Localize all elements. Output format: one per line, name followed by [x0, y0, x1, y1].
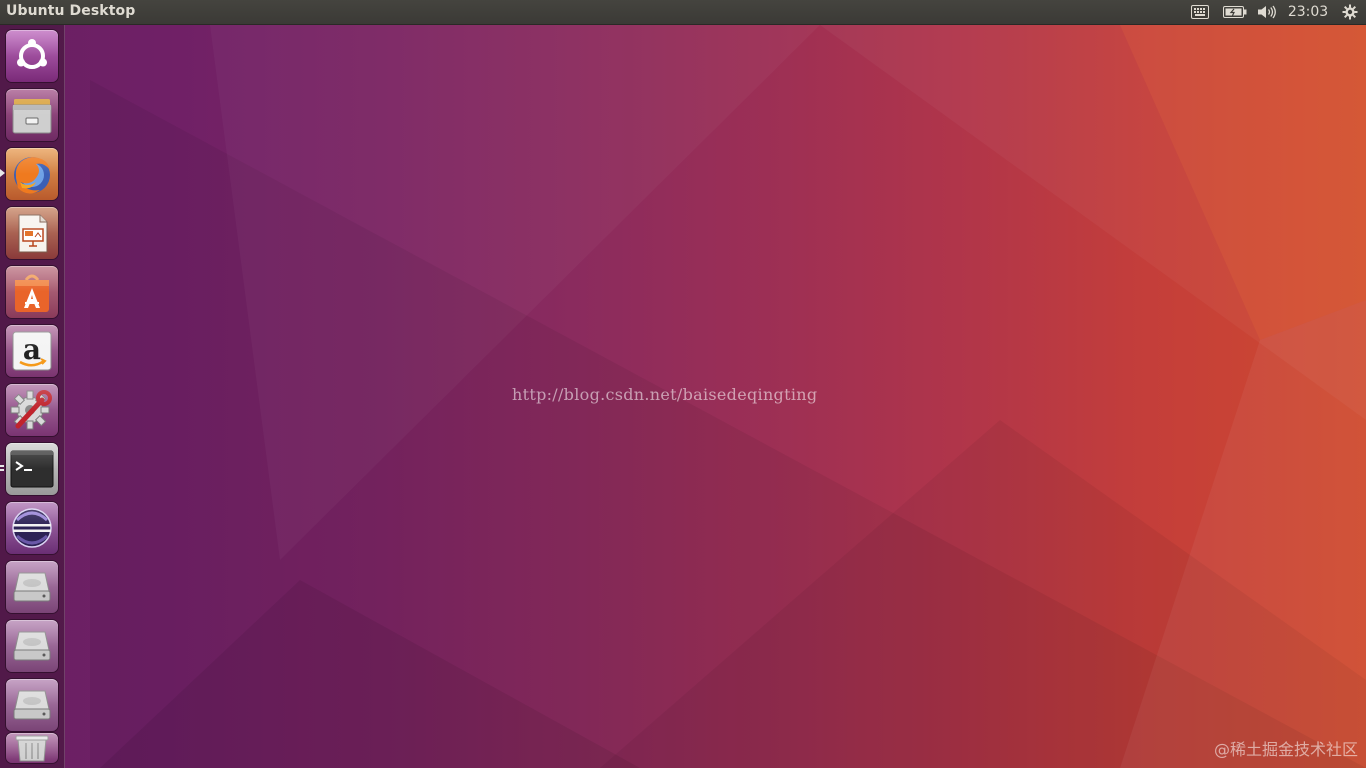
- drive-button[interactable]: [6, 561, 58, 613]
- battery-icon[interactable]: [1218, 0, 1252, 24]
- firefox-button[interactable]: [6, 148, 58, 200]
- system-settings-icon: [10, 390, 52, 430]
- gear-icon[interactable]: [1334, 0, 1366, 24]
- running-indicator: [0, 169, 5, 177]
- drive-button[interactable]: [6, 679, 58, 731]
- files-icon: [12, 99, 52, 134]
- keyboard-icon[interactable]: [1182, 0, 1218, 24]
- ubuntu-dash-button[interactable]: [6, 30, 58, 82]
- terminal-icon: [10, 450, 54, 488]
- amazon-icon: a: [12, 331, 52, 371]
- ubuntu-software-icon: [15, 274, 49, 312]
- panel-title: Ubuntu Desktop: [6, 3, 136, 19]
- volume-icon[interactable]: [1252, 0, 1282, 24]
- drive-button[interactable]: [6, 620, 58, 672]
- launcher: a: [0, 25, 65, 768]
- eclipse-icon: [12, 508, 52, 548]
- watermark-corner: @稀土掘金技术社区: [1213, 740, 1358, 759]
- amazon-button[interactable]: a: [6, 325, 58, 377]
- trash-icon: [15, 735, 49, 762]
- firefox-icon: [14, 157, 51, 194]
- drive-icon: [13, 631, 51, 661]
- top-panel: Ubuntu Desktop 23:03: [0, 0, 1366, 25]
- eclipse-button[interactable]: [6, 502, 58, 554]
- svg-text:a: a: [23, 333, 41, 366]
- running-indicator: [0, 469, 4, 471]
- terminal-button[interactable]: [6, 443, 58, 495]
- trash-button[interactable]: [6, 733, 58, 763]
- files-button[interactable]: [6, 89, 58, 141]
- running-indicator: [0, 465, 4, 467]
- indicator-area: 23:03: [1182, 0, 1366, 24]
- drive-icon: [13, 690, 51, 720]
- libreoffice-impress-button[interactable]: [6, 207, 58, 259]
- watermark-url: http://blog.csdn.net/baisedeqingting: [512, 385, 818, 404]
- ubuntu-software-button[interactable]: [6, 266, 58, 318]
- clock[interactable]: 23:03: [1282, 0, 1334, 24]
- system-settings-button[interactable]: [6, 384, 58, 436]
- clock-label: 23:03: [1287, 4, 1329, 20]
- libreoffice-impress-icon: [18, 214, 48, 253]
- desktop-wallpaper: [0, 0, 1366, 768]
- drive-icon: [13, 572, 51, 602]
- ubuntu-dash-icon: [17, 39, 47, 69]
